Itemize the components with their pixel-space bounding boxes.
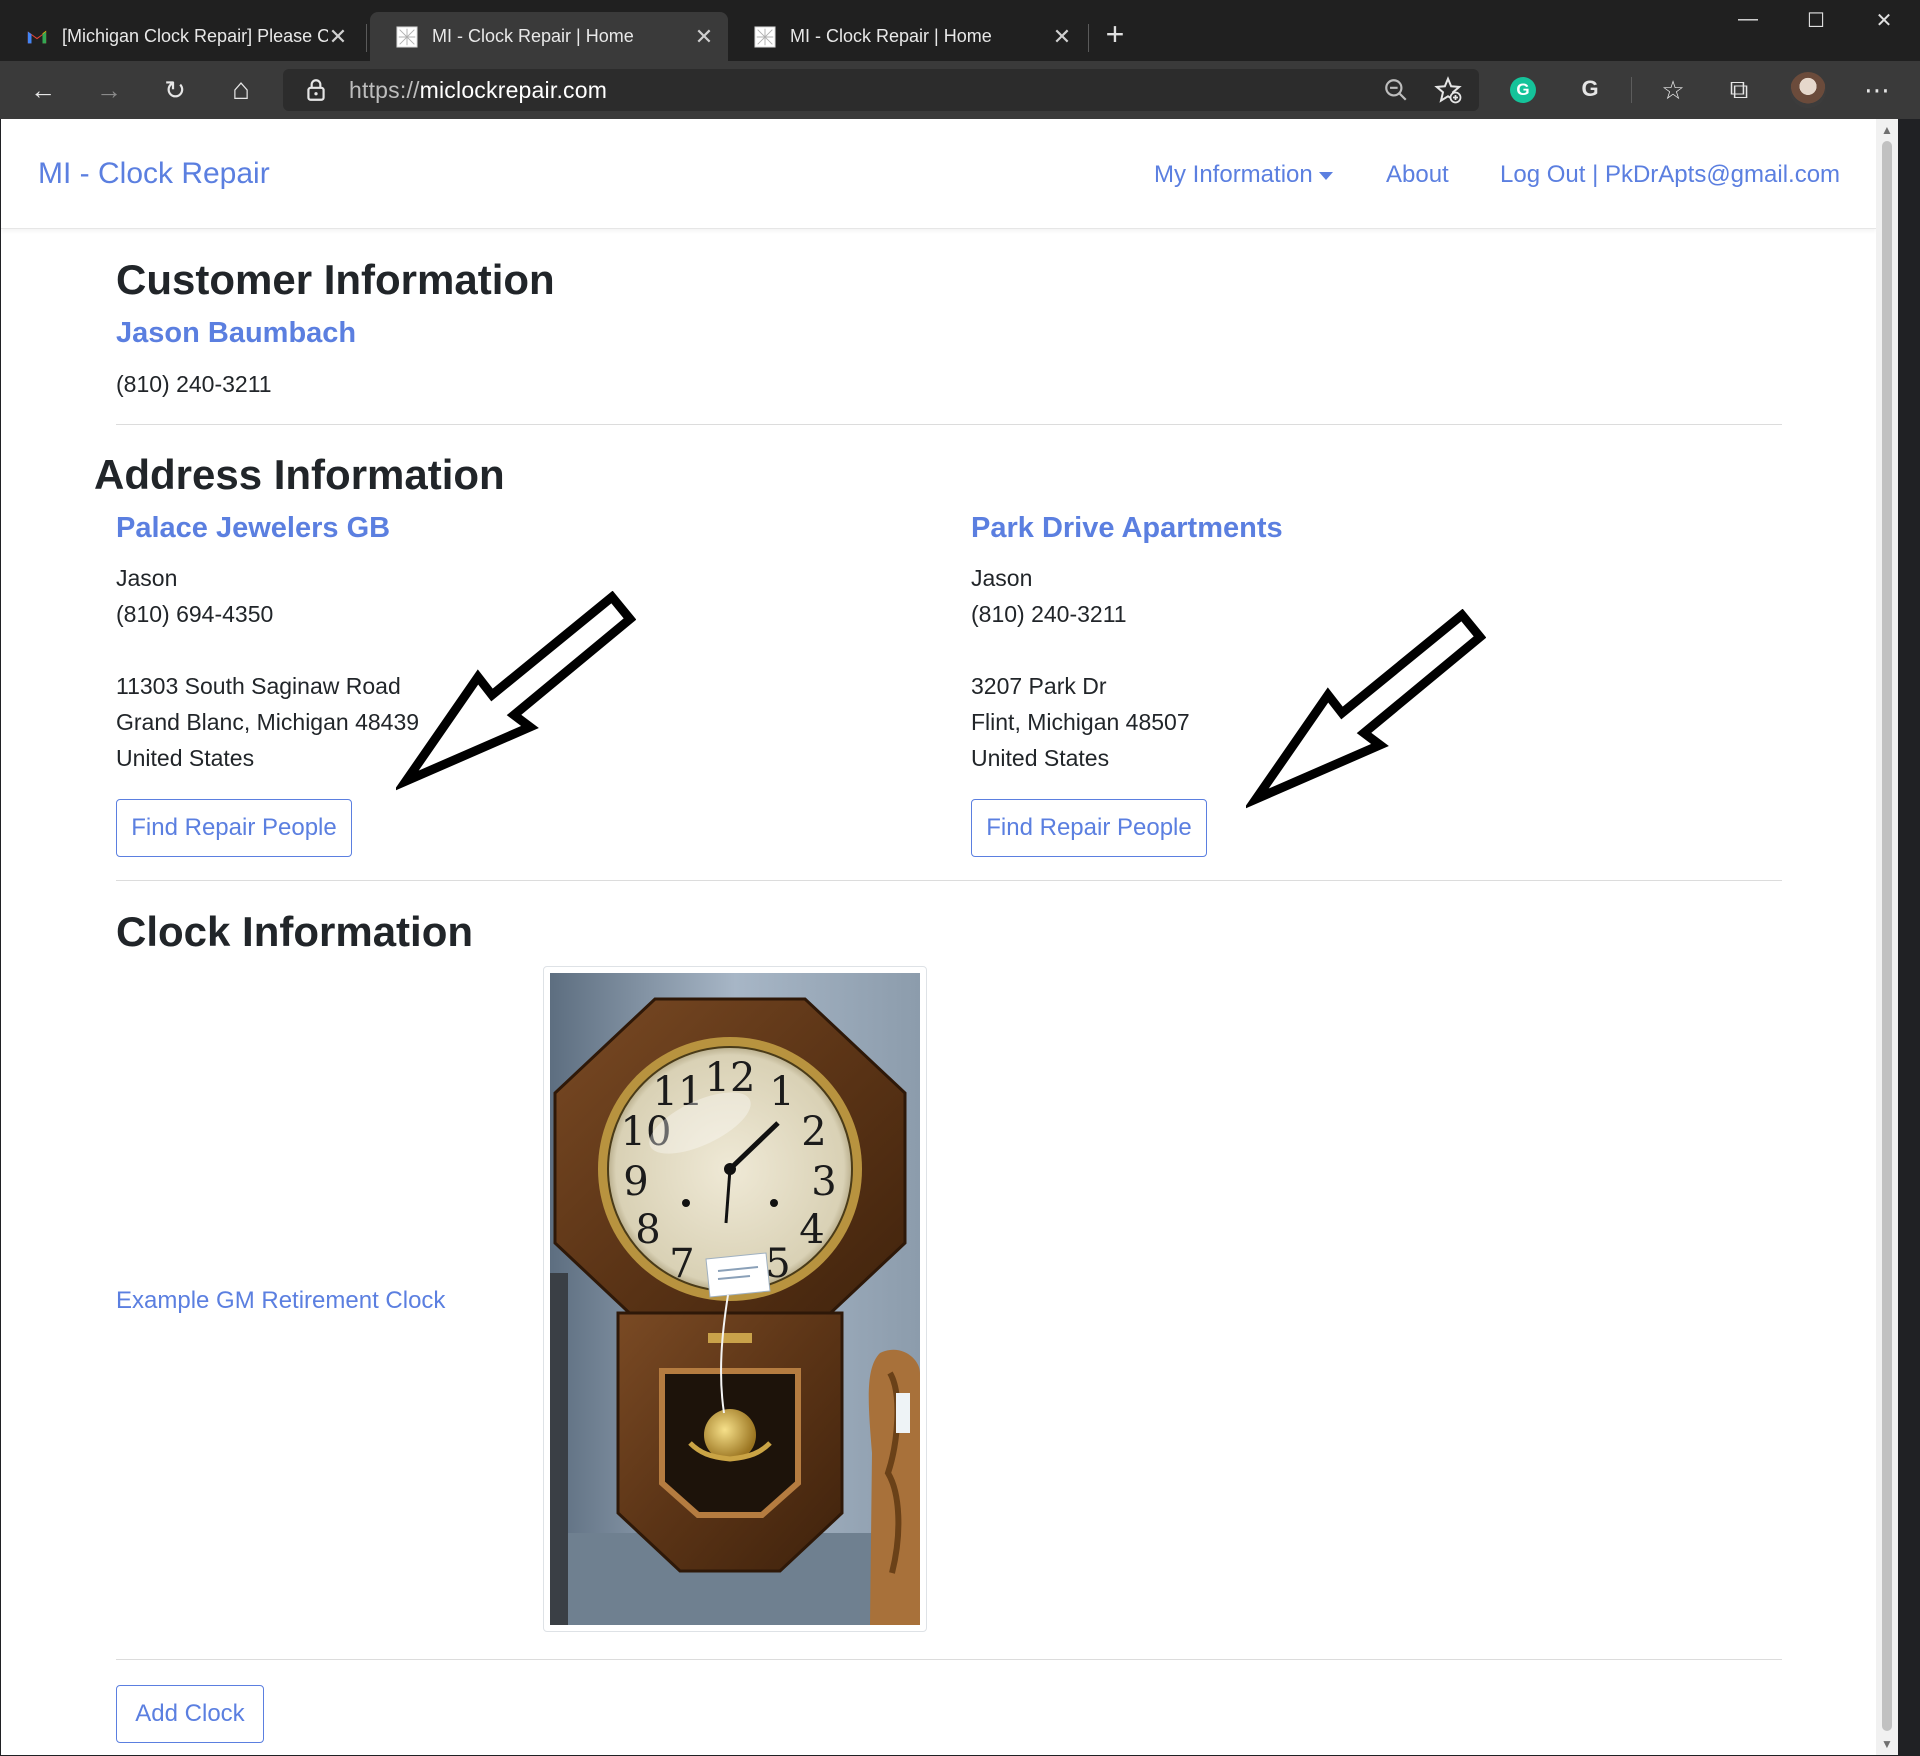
url-text[interactable]: https://miclockrepair.com xyxy=(349,77,607,104)
lock-icon[interactable] xyxy=(303,77,329,103)
add-clock-button[interactable]: Add Clock xyxy=(116,1685,264,1743)
tab-title: MI - Clock Repair | Home xyxy=(432,26,634,46)
add-favorite-icon[interactable] xyxy=(1433,75,1463,105)
site-favicon-icon xyxy=(396,25,418,48)
dial-number: 1 xyxy=(769,1069,794,1115)
favorites-icon[interactable]: ☆ xyxy=(1656,73,1690,107)
annotation-arrow-icon xyxy=(1246,609,1486,809)
clock-info-heading: Clock Information xyxy=(116,908,474,955)
customer-info-heading: Customer Information xyxy=(116,256,555,303)
address-street: 11303 South Saginaw Road xyxy=(116,673,401,699)
dial-number: 8 xyxy=(635,1207,660,1253)
home-icon[interactable]: ⌂ xyxy=(224,73,258,107)
address-name-link[interactable]: Park Drive Apartments xyxy=(971,512,1283,545)
toolbar-divider xyxy=(1631,77,1632,103)
dial-number: 4 xyxy=(799,1207,824,1253)
address-city-line: Grand Blanc, Michigan 48439 xyxy=(116,709,420,735)
gmail-icon xyxy=(27,30,47,43)
url-host: miclockrepair.com xyxy=(419,77,608,103)
refresh-icon[interactable]: ↻ xyxy=(158,73,192,107)
new-tab-button[interactable]: + xyxy=(1098,16,1132,52)
divider xyxy=(116,424,1782,425)
find-repair-people-button[interactable]: Find Repair People xyxy=(971,799,1207,857)
address-info-heading: Address Information xyxy=(94,451,505,498)
scroll-down-arrow-icon[interactable]: ▼ xyxy=(1880,1737,1894,1751)
tab-gmail[interactable]: [Michigan Clock Repair] Please C ✕ xyxy=(0,12,362,61)
logout-link[interactable]: Log Out | PkDrApts@gmail.com xyxy=(1500,161,1840,189)
my-information-label: My Information xyxy=(1154,161,1313,188)
address-phone: (810) 694-4350 xyxy=(116,601,274,627)
profile-avatar[interactable] xyxy=(1790,72,1826,108)
settings-more-icon[interactable]: ⋯ xyxy=(1860,73,1894,107)
dial-number: 2 xyxy=(801,1109,826,1155)
dial-number: 9 xyxy=(623,1159,648,1205)
tab-clock-repair-active[interactable]: MI - Clock Repair | Home ✕ xyxy=(370,12,728,61)
customer-phone: (810) 240-3211 xyxy=(116,371,272,397)
address-contact: Jason xyxy=(971,565,1033,591)
close-tab-icon[interactable]: ✕ xyxy=(328,24,348,50)
site-navbar: MI - Clock Repair My Information About L… xyxy=(1,119,1876,229)
browser-toolbar: ← → ↻ ⌂ https://miclockrepair.com G G ☆ … xyxy=(0,61,1920,119)
site-favicon-icon xyxy=(754,25,776,48)
find-repair-people-button[interactable]: Find Repair People xyxy=(116,799,352,857)
tab-clock-repair[interactable]: MI - Clock Repair | Home ✕ xyxy=(728,12,1086,61)
address-contact: Jason xyxy=(116,565,178,591)
page-scrollbar[interactable]: ▲ ▼ xyxy=(1876,119,1898,1755)
site-brand-link[interactable]: MI - Clock Repair xyxy=(38,157,270,191)
address-street: 3207 Park Dr xyxy=(971,673,1107,699)
dial-number: 3 xyxy=(811,1159,836,1205)
tab-divider xyxy=(1088,24,1089,52)
address-name-link[interactable]: Palace Jewelers GB xyxy=(116,512,390,545)
divider xyxy=(116,880,1782,881)
caret-down-icon xyxy=(1318,171,1333,180)
tab-title: [Michigan Clock Repair] Please C xyxy=(62,26,328,46)
annotation-arrow-icon xyxy=(396,591,636,791)
google-extension-icon[interactable]: G xyxy=(1576,75,1604,103)
minimize-button[interactable]: — xyxy=(1718,8,1778,38)
clock-photo-image: 12 1 2 3 4 5 6 7 8 9 10 11 xyxy=(550,973,920,1625)
tab-divider xyxy=(366,24,367,52)
customer-name-link[interactable]: Jason Baumbach xyxy=(116,317,356,350)
about-link[interactable]: About xyxy=(1386,161,1449,189)
grammarly-extension-icon[interactable]: G xyxy=(1510,77,1536,103)
page-viewport: MI - Clock Repair My Information About L… xyxy=(1,119,1898,1755)
url-protocol: https:// xyxy=(349,77,420,103)
scroll-up-arrow-icon[interactable]: ▲ xyxy=(1880,123,1894,137)
address-city-line: Flint, Michigan 48507 xyxy=(971,709,1190,735)
my-information-dropdown[interactable]: My Information xyxy=(1154,161,1333,189)
tab-title: MI - Clock Repair | Home xyxy=(790,26,992,46)
clock-photo[interactable]: 12 1 2 3 4 5 6 7 8 9 10 11 xyxy=(543,966,927,1632)
address-bar[interactable]: https://miclockrepair.com xyxy=(283,69,1479,111)
scrollbar-thumb[interactable] xyxy=(1882,141,1892,1731)
collections-icon[interactable]: ⧉ xyxy=(1722,73,1756,107)
address-phone: (810) 240-3211 xyxy=(971,601,1127,627)
dial-number: 7 xyxy=(669,1241,694,1287)
browser-tab-bar: [Michigan Clock Repair] Please C ✕ MI - … xyxy=(0,0,1920,61)
forward-icon[interactable]: → xyxy=(92,73,126,107)
back-icon[interactable]: ← xyxy=(26,73,60,107)
clock-item-link[interactable]: Example GM Retirement Clock xyxy=(116,1287,445,1315)
zoom-out-icon[interactable] xyxy=(1383,77,1409,103)
divider xyxy=(116,1659,1782,1660)
address-country: United States xyxy=(116,745,255,771)
close-tab-icon[interactable]: ✕ xyxy=(1052,24,1072,50)
address-country: United States xyxy=(971,745,1110,771)
close-window-button[interactable]: ✕ xyxy=(1854,8,1914,38)
close-tab-icon[interactable]: ✕ xyxy=(694,24,714,50)
maximize-button[interactable]: ☐ xyxy=(1786,8,1846,38)
